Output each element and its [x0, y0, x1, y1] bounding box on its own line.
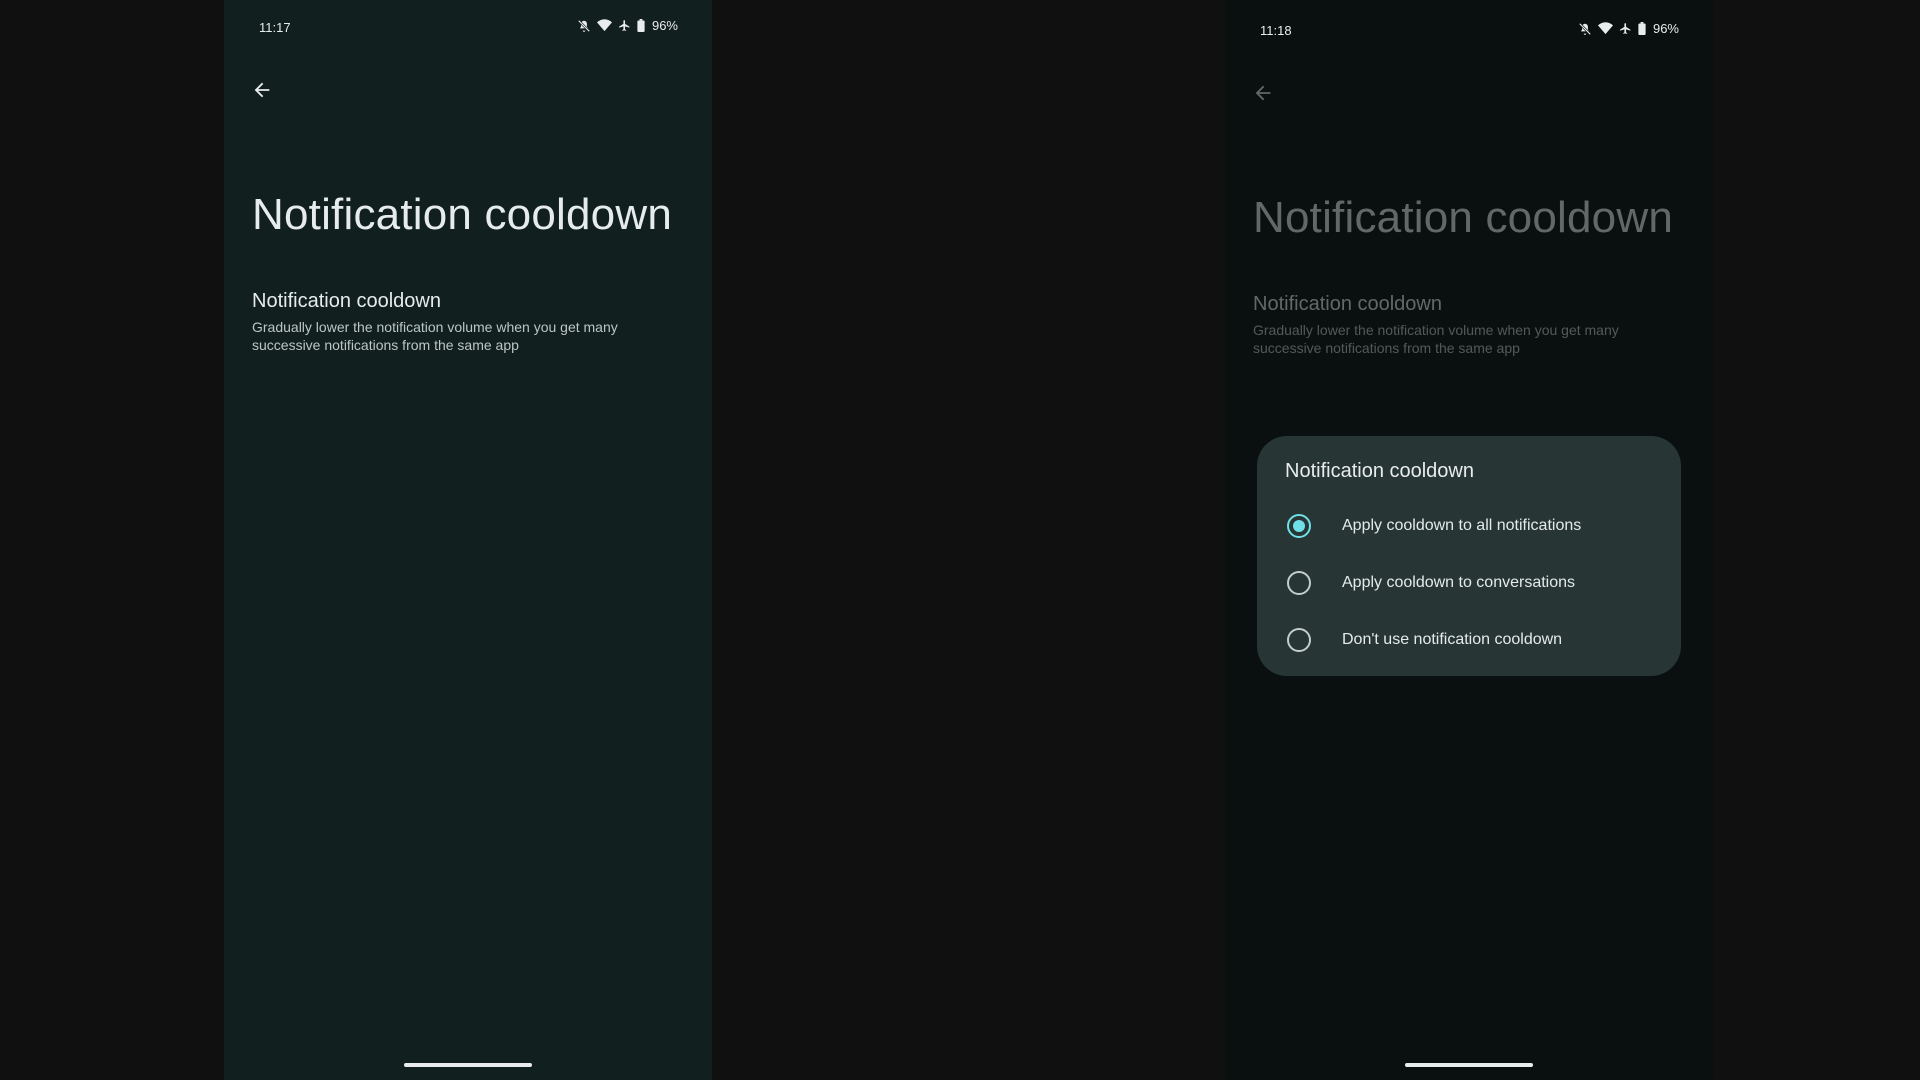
page-title: Notification cooldown — [252, 190, 672, 239]
home-indicator[interactable] — [1405, 1063, 1533, 1067]
option-all-notifications[interactable]: Apply cooldown to all notifications — [1257, 497, 1681, 554]
mute-icon — [1578, 22, 1592, 36]
status-icons: 96% — [577, 18, 678, 33]
back-arrow-icon — [251, 79, 273, 106]
option-dont-use-cooldown[interactable]: Don't use notification cooldown — [1257, 611, 1681, 668]
battery-percentage: 96% — [651, 18, 678, 33]
airplane-icon — [618, 19, 631, 32]
home-indicator[interactable] — [404, 1063, 532, 1067]
mute-icon — [577, 19, 591, 33]
notification-cooldown-preference[interactable]: Notification cooldown Gradually lower th… — [252, 290, 672, 354]
option-label: Apply cooldown to conversations — [1342, 573, 1576, 591]
battery-percentage: 96% — [1652, 21, 1679, 36]
radio-dot — [1293, 519, 1305, 532]
preference-summary: Gradually lower the notification volume … — [1253, 322, 1619, 356]
battery-icon — [1638, 22, 1646, 35]
status-icons: 96% — [1578, 21, 1679, 36]
status-time: 11:18 — [1260, 23, 1292, 38]
dialog-title: Notification cooldown — [1285, 460, 1474, 482]
preference-title: Notification cooldown — [1253, 293, 1442, 315]
page-title: Notification cooldown — [1253, 193, 1673, 242]
back-arrow-icon — [1252, 82, 1274, 109]
status-time: 11:17 — [259, 20, 291, 35]
option-conversations[interactable]: Apply cooldown to conversations — [1257, 554, 1681, 611]
wifi-icon — [1597, 22, 1613, 35]
phone-screen-right: 11:18 96% Notification cooldown Notifica… — [1225, 0, 1713, 1080]
radio-button-selected[interactable] — [1287, 513, 1311, 538]
option-label: Apply cooldown to all notifications — [1342, 516, 1582, 534]
option-label: Don't use notification cooldown — [1342, 630, 1563, 648]
phone-screen-left: 11:17 96% Notification cooldown Notifica… — [224, 0, 712, 1080]
status-bar: 11:18 96% — [1225, 3, 1713, 59]
airplane-icon — [1619, 22, 1632, 35]
cooldown-options-dialog: Notification cooldown Apply cooldown to … — [1257, 436, 1681, 676]
wifi-icon — [596, 19, 612, 32]
radio-button[interactable] — [1287, 627, 1311, 652]
radio-button[interactable] — [1287, 570, 1311, 595]
status-bar: 11:17 96% — [224, 0, 712, 56]
back-button[interactable] — [242, 72, 282, 112]
battery-icon — [637, 19, 645, 32]
back-button[interactable] — [1243, 75, 1283, 115]
preference-title: Notification cooldown — [252, 290, 441, 312]
notification-cooldown-preference[interactable]: Notification cooldown Gradually lower th… — [1253, 293, 1673, 357]
preference-summary: Gradually lower the notification volume … — [252, 319, 618, 353]
